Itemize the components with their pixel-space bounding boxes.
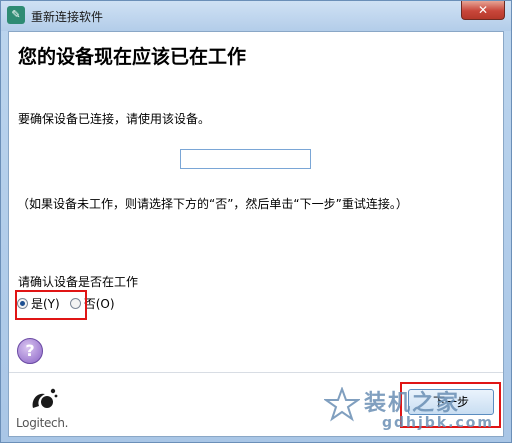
footer-divider	[9, 372, 503, 373]
instruction-text: 要确保设备已连接，请使用该设备。	[18, 112, 211, 126]
test-input[interactable]	[180, 149, 311, 169]
dialog-window: ✎ 重新连接软件 ✕ 您的设备现在应该已在工作 要确保设备已连接，请使用该设备。…	[0, 0, 512, 443]
window-title: 重新连接软件	[31, 10, 104, 24]
hint-text: （如果设备未工作，则请选择下方的“否”，然后单击“下一步”重试连接。）	[17, 197, 408, 211]
app-icon: ✎	[7, 6, 25, 24]
radio-highlight-box	[15, 290, 87, 320]
title-bar[interactable]: ✎ 重新连接软件 ✕	[1, 1, 511, 31]
help-icon[interactable]: ?	[17, 338, 43, 364]
logitech-logo-text: Logitech.	[16, 416, 69, 430]
confirm-question: 请确认设备是否在工作	[18, 275, 139, 289]
next-highlight-box	[400, 382, 501, 428]
page-title: 您的设备现在应该已在工作	[18, 46, 247, 68]
logitech-logo-icon	[32, 388, 58, 408]
radio-no-label: 否(O)	[83, 297, 115, 311]
dialog-content: 您的设备现在应该已在工作 要确保设备已连接，请使用该设备。 （如果设备未工作，则…	[8, 31, 504, 437]
close-button[interactable]: ✕	[461, 1, 505, 20]
